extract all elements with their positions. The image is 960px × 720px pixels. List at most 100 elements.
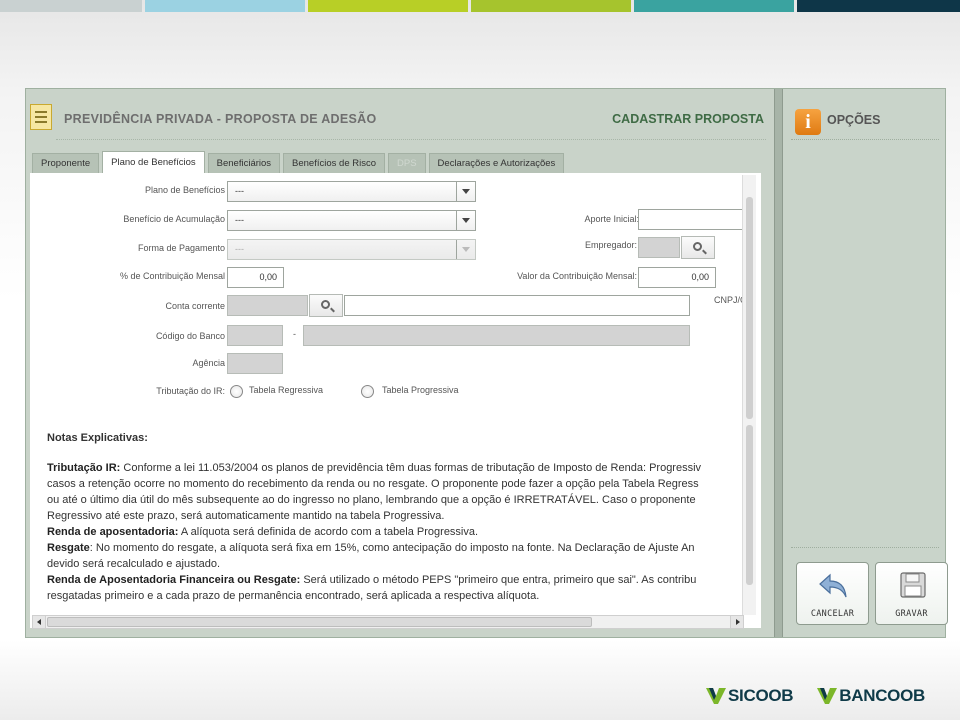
tab-content: Plano de Benefícios --- Benefício de Acu… (30, 173, 761, 628)
note-line: ou até o último dia útil do mês subseque… (47, 494, 696, 506)
note-text: Conforme a lei 11.053/2004 os planos de … (120, 462, 702, 474)
sicoob-v-icon (706, 688, 726, 704)
forma-pagamento-value: --- (235, 244, 244, 254)
note-line: Tributação IR: Conforme a lei 11.053/200… (47, 462, 701, 474)
empregador-label: Empregador: (584, 240, 637, 250)
note-heading: Resgate (47, 542, 90, 554)
empregador-search-button[interactable] (681, 236, 715, 259)
note-text: Será utilizado o método PEPS "primeiro q… (300, 574, 697, 586)
tab-plano-de-beneficios[interactable]: Plano de Benefícios (102, 151, 205, 173)
note-line: Renda de Aposentadoria Financeira ou Res… (47, 574, 696, 586)
panel-header: PREVIDÊNCIA PRIVADA - PROPOSTA DE ADESÃO… (26, 89, 774, 149)
sicoob-logo: SICOOB (706, 686, 794, 706)
document-icon (30, 104, 52, 130)
tab-beneficios-de-risco[interactable]: Benefícios de Risco (283, 153, 385, 173)
floppy-disk-icon (900, 572, 926, 598)
application-window: PREVIDÊNCIA PRIVADA - PROPOSTA DE ADESÃO… (25, 88, 948, 638)
beneficio-select-value: --- (235, 215, 244, 225)
undo-arrow-icon (819, 573, 847, 598)
vertical-scrollbar[interactable] (742, 175, 756, 615)
stripe-2 (145, 0, 305, 12)
note-line: resgatadas primeiro e a cada prazo de pe… (47, 590, 540, 602)
contribuicao-mensal-label: % de Contribuição Mensal (119, 271, 225, 281)
conta-corrente-input (227, 295, 308, 316)
beneficio-select[interactable]: --- (227, 210, 476, 231)
banco-nome-input (303, 325, 690, 346)
plano-select[interactable]: --- (227, 181, 476, 202)
panel-splitter[interactable] (774, 89, 783, 637)
tab-beneficiarios[interactable]: Beneficiários (207, 153, 281, 173)
note-heading: Renda de Aposentadoria Financeira ou Res… (47, 574, 301, 586)
empregador-input (638, 237, 680, 258)
conta-corrente-description[interactable] (344, 295, 690, 316)
tabela-progressiva-radio[interactable] (361, 385, 374, 398)
save-button-label: GRAVAR (895, 609, 928, 619)
tabela-regressiva-label: Tabela Regressiva (249, 385, 324, 395)
tabela-progressiva-label: Tabela Progressiva (382, 385, 459, 395)
codigo-banco-label: Código do Banco (155, 331, 225, 341)
note-line: Regressivo até este prazo, será automati… (47, 510, 445, 522)
save-button[interactable]: GRAVAR (875, 562, 948, 625)
horizontal-scrollbar-thumb[interactable] (47, 617, 592, 627)
forma-pagamento-label: Forma de Pagamento (137, 243, 225, 253)
codigo-banco-separator: - (293, 329, 296, 339)
beneficio-label: Benefício de Acumulação (123, 214, 225, 224)
scroll-left-icon[interactable] (33, 616, 46, 628)
options-panel: i OPÇÕES CANCELAR GRAVAR (783, 89, 948, 637)
page-title: PREVIDÊNCIA PRIVADA - PROPOSTA DE ADESÃO (64, 112, 377, 126)
search-icon (321, 300, 330, 309)
conta-corrente-label: Conta corrente (165, 301, 225, 311)
search-icon (693, 242, 702, 251)
plano-select-value: --- (235, 186, 244, 196)
options-divider (791, 139, 939, 140)
valor-contribuicao-label: Valor da Contribuição Mensal: (517, 271, 637, 281)
note-line: devido será recalculado e ajustado. (47, 558, 221, 570)
stripe-3 (308, 0, 468, 12)
note-text: A alíquota será definida de acordo com a… (178, 526, 479, 538)
note-heading: Tributação IR: (47, 462, 121, 474)
chevron-down-icon (456, 240, 475, 259)
scroll-right-icon[interactable] (730, 616, 743, 628)
agencia-label: Agência (192, 358, 225, 368)
stripe-5 (634, 0, 794, 12)
aporte-inicial-input[interactable] (638, 209, 748, 230)
forma-pagamento-select: --- (227, 239, 476, 260)
codigo-banco-input (227, 325, 283, 346)
plano-label: Plano de Benefícios (144, 185, 225, 195)
note-text: : No momento do resgate, a alíquota será… (89, 542, 695, 554)
tab-proponente[interactable]: Proponente (32, 153, 100, 173)
info-icon: i (795, 109, 821, 135)
tabela-regressiva-radio[interactable] (230, 385, 243, 398)
note-line: Renda de aposentadoria: A alíquota será … (47, 526, 478, 538)
stripe-1 (0, 0, 142, 12)
header-divider (56, 139, 766, 140)
notas-explicativas: Notas Explicativas: Tributação IR: Confo… (30, 418, 761, 608)
tab-declaracoes-e-autorizacoes[interactable]: Declarações e Autorizações (428, 153, 565, 173)
cancel-button[interactable]: CANCELAR (796, 562, 869, 625)
bancoob-logo-text: BANCOOB (839, 686, 925, 705)
options-divider-bottom (791, 547, 939, 548)
notes-title: Notas Explicativas: (47, 432, 148, 444)
stripe-6 (797, 0, 960, 12)
note-line: Resgate: No momento do resgate, a alíquo… (47, 542, 695, 554)
sicoob-logo-text: SICOOB (728, 686, 794, 705)
vertical-scrollbar-thumb[interactable] (746, 197, 753, 419)
footer-logos: SICOOB BANCOOB (682, 684, 925, 708)
valor-contribuicao-input[interactable]: 0,00 (638, 267, 716, 288)
bancoob-logo: BANCOOB (817, 686, 925, 706)
options-title: OPÇÕES (827, 113, 881, 127)
top-color-stripes (0, 0, 960, 12)
page-action-title: CADASTRAR PROPOSTA (612, 112, 764, 126)
chevron-down-icon (456, 182, 475, 201)
tab-bar: Proponente Plano de Benefícios Beneficiá… (32, 151, 567, 173)
horizontal-scrollbar[interactable] (32, 615, 744, 629)
note-heading: Renda de aposentadoria: (47, 526, 179, 538)
note-line: casos a retenção ocorre no momento do re… (47, 478, 699, 490)
plano-form: Plano de Benefícios --- Benefício de Acu… (30, 173, 748, 413)
conta-search-button[interactable] (309, 294, 343, 317)
vertical-scrollbar-track[interactable] (746, 425, 753, 585)
main-panel: PREVIDÊNCIA PRIVADA - PROPOSTA DE ADESÃO… (26, 89, 774, 637)
contribuicao-mensal-input[interactable]: 0,00 (227, 267, 284, 288)
tributacao-label: Tributação do IR: (156, 386, 225, 396)
stripe-4 (471, 0, 631, 12)
